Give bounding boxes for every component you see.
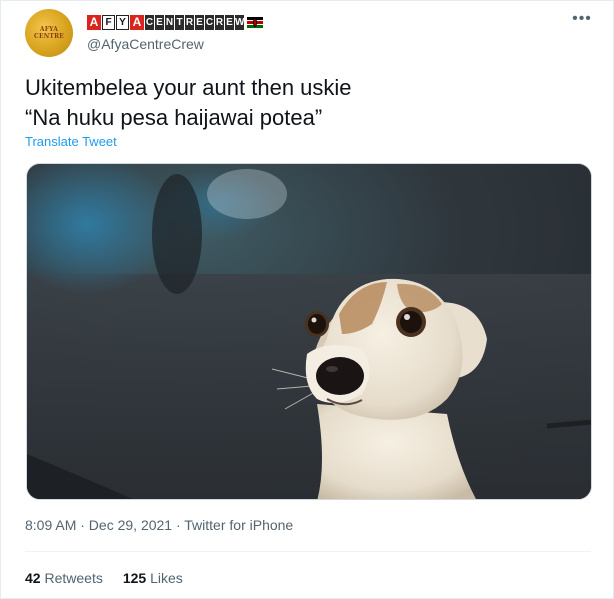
display-name[interactable]: AFYACENTRECREW [87,14,263,31]
display-name-letter: W [235,15,245,30]
display-name-letter: E [225,15,234,30]
divider [25,551,591,552]
display-name-letter: C [205,15,214,30]
tweet-photo[interactable] [26,163,592,500]
tweet-timestamp[interactable]: 8:09 AM · Dec 29, 2021 · Twitter for iPh… [25,517,293,533]
more-options-icon[interactable]: ••• [572,11,592,32]
display-name-letters: AFYACENTRECREW [87,15,245,30]
display-name-letter: E [155,15,164,30]
display-name-letter: F [102,15,115,30]
photo-dog-image [27,164,591,499]
retweets-label: Retweets [44,570,103,586]
display-name-letter: N [165,15,174,30]
display-name-letter: A [87,15,101,30]
display-name-letter: T [175,15,184,30]
retweets-stat[interactable]: 42 Retweets [25,570,103,586]
likes-stat[interactable]: 125 Likes [123,570,183,586]
avatar[interactable]: AFYA CENTRE [25,9,73,57]
kenya-flag-icon [247,17,263,28]
likes-count: 125 [122,570,147,586]
display-name-letter: E [195,15,204,30]
avatar-logo-mark: AFYA CENTRE [33,26,65,40]
display-name-letter: Y [116,15,129,30]
retweets-count: 42 [25,570,41,586]
tweet-card: AFYA CENTRE AFYACENTRECREW @AfyaCentreCre… [0,0,614,599]
tweet-text: Ukitembelea your aunt then uskie “Na huk… [25,75,352,130]
display-name-letter: R [185,15,194,30]
display-name-letter: R [215,15,224,30]
user-handle[interactable]: @AfyaCentreCrew [87,36,204,52]
display-name-letter: C [145,15,154,30]
tweet-stats: 42 Retweets 125 Likes [25,570,183,586]
display-name-letter: A [130,15,144,30]
translate-tweet-link[interactable]: Translate Tweet [25,134,117,149]
likes-label: Likes [150,570,183,586]
